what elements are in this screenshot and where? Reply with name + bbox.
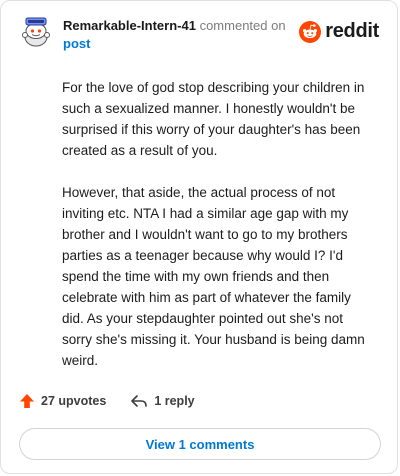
comment-header: Remarkable-Intern-41 commented on post r… bbox=[19, 15, 383, 55]
username-link[interactable]: Remarkable-Intern-41 bbox=[63, 18, 196, 33]
upvote-count: 27 upvotes bbox=[41, 394, 107, 408]
comment-paragraph: However, that aside, the actual process … bbox=[62, 185, 365, 368]
post-link[interactable]: post bbox=[63, 36, 90, 51]
avatar[interactable] bbox=[19, 15, 53, 49]
reply-count: 1 reply bbox=[154, 394, 195, 408]
comment-card: Remarkable-Intern-41 commented on post r… bbox=[0, 0, 398, 474]
reply-arrow-icon bbox=[131, 395, 148, 407]
view-comments-button[interactable]: View 1 comments bbox=[19, 428, 381, 460]
comment-actions: 27 upvotes 1 reply bbox=[19, 393, 219, 409]
commented-on-text: commented on bbox=[199, 18, 286, 33]
comment-paragraph: For the love of god stop describing your… bbox=[62, 80, 365, 158]
comment-body: For the love of god stop describing your… bbox=[62, 77, 374, 392]
upvote-arrow-icon bbox=[20, 394, 34, 408]
reddit-snoo-icon bbox=[299, 20, 322, 43]
reddit-logo-text: reddit bbox=[325, 20, 379, 42]
upvote-button[interactable]: 27 upvotes bbox=[19, 393, 106, 409]
reply-button[interactable]: 1 reply bbox=[130, 393, 195, 409]
reddit-logo[interactable]: reddit bbox=[299, 20, 379, 43]
comment-meta: Remarkable-Intern-41 commented on post bbox=[63, 17, 286, 53]
